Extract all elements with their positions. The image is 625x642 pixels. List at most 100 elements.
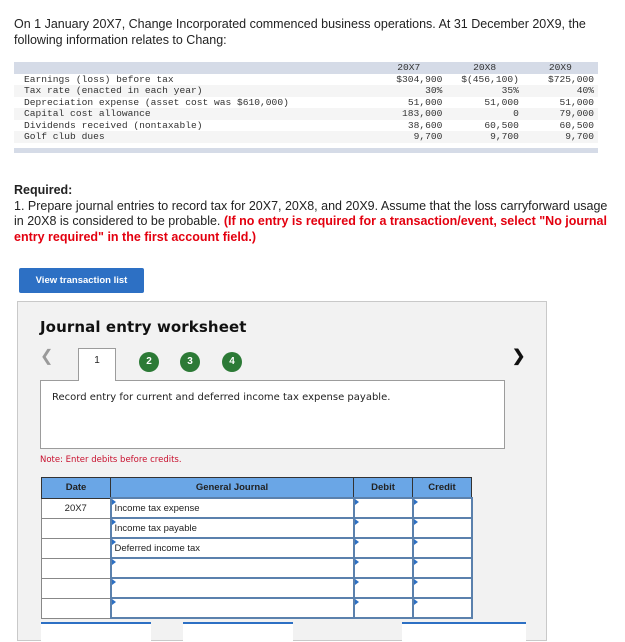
journal-row: [41, 597, 473, 619]
input-marker-icon: [354, 599, 359, 605]
row-value: 79,000: [559, 108, 594, 119]
worksheet-action-button[interactable]: [183, 622, 293, 642]
data-table-footer: [14, 147, 598, 153]
date-cell: [41, 577, 111, 599]
chevron-right-icon[interactable]: ❯: [512, 346, 525, 366]
step-2-button[interactable]: 2: [139, 352, 159, 372]
row-value: $304,900: [396, 73, 443, 85]
account-field[interactable]: Income tax expense: [109, 497, 355, 519]
dropdown-marker-icon: [111, 579, 116, 585]
credit-header: Credit: [412, 477, 472, 499]
financial-data-table: 20X7 20X8 20X9 Earnings (loss) before ta…: [14, 62, 598, 153]
input-marker-icon: [354, 539, 359, 545]
journal-header-row: Date General Journal Debit Credit: [41, 477, 472, 499]
credit-input[interactable]: [411, 557, 473, 579]
debit-input[interactable]: [352, 517, 414, 539]
input-marker-icon: [354, 559, 359, 565]
row-value: 51,000: [559, 96, 594, 108]
debit-input[interactable]: [352, 597, 414, 619]
general-journal-table: Date General Journal Debit Credit 20X7 I…: [41, 477, 473, 619]
date-cell: [41, 517, 111, 539]
row-label: Dividends received (nontaxable): [24, 119, 203, 131]
row-label: Golf club dues: [24, 131, 105, 142]
row-value: 40%: [576, 85, 594, 96]
dropdown-marker-icon: [111, 559, 116, 565]
step-tab-current[interactable]: 1: [78, 348, 116, 381]
required-title: Required:: [14, 183, 73, 197]
data-row: Depreciation expense (asset cost was $61…: [14, 96, 598, 108]
row-value: 35%: [501, 85, 519, 96]
worksheet-action-button[interactable]: [41, 622, 151, 642]
debit-input[interactable]: [352, 557, 414, 579]
row-label: Earnings (loss) before tax: [24, 73, 174, 85]
data-table-header-row: 20X7 20X8 20X9: [14, 62, 598, 74]
date-cell: [41, 557, 111, 579]
row-value: 60,500: [559, 119, 594, 131]
debit-input[interactable]: [352, 497, 414, 519]
account-field[interactable]: Income tax payable: [109, 517, 355, 539]
dropdown-marker-icon: [111, 539, 116, 545]
worksheet-title: Journal entry worksheet: [40, 318, 247, 336]
date-cell: [41, 597, 111, 619]
step-4-button[interactable]: 4: [222, 352, 242, 372]
input-marker-icon: [413, 519, 418, 525]
input-marker-icon: [354, 579, 359, 585]
data-row: Capital cost allowance 183,000 0 79,000: [14, 108, 598, 120]
input-marker-icon: [413, 539, 418, 545]
row-value: 60,500: [484, 119, 519, 131]
column-header: 20X8: [473, 62, 497, 73]
column-header: 20X9: [548, 62, 572, 73]
row-value: $725,000: [547, 73, 594, 85]
debit-input[interactable]: [352, 537, 414, 559]
data-table-label-header: [14, 62, 371, 74]
input-marker-icon: [413, 559, 418, 565]
account-field[interactable]: [109, 577, 355, 599]
row-value: 9,700: [413, 131, 443, 142]
date-cell: 20X7: [41, 497, 111, 519]
general-journal-header: General Journal: [110, 477, 354, 499]
row-value: $(456,100): [461, 73, 519, 85]
input-marker-icon: [413, 579, 418, 585]
debit-input[interactable]: [352, 577, 414, 599]
account-field[interactable]: [109, 557, 355, 579]
required-section: Required: 1. Prepare journal entries to …: [14, 183, 614, 245]
journal-row: [41, 557, 473, 579]
journal-row: Income tax payable: [41, 517, 473, 539]
credit-input[interactable]: [411, 577, 473, 599]
credit-input[interactable]: [411, 497, 473, 519]
row-label: Depreciation expense (asset cost was $61…: [24, 96, 289, 108]
row-value: 51,000: [484, 96, 519, 108]
journal-row: Deferred income tax: [41, 537, 473, 559]
journal-row: [41, 577, 473, 599]
input-marker-icon: [354, 499, 359, 505]
row-label: Capital cost allowance: [24, 108, 151, 119]
data-row: Earnings (loss) before tax $304,900 $(45…: [14, 73, 598, 85]
data-row: Tax rate (enacted in each year) 30% 35% …: [14, 85, 598, 97]
journal-row: 20X7 Income tax expense: [41, 497, 473, 519]
entry-prompt-box: Record entry for current and deferred in…: [40, 380, 505, 449]
footer-bar: [14, 147, 598, 153]
account-value: Deferred income tax: [114, 542, 201, 554]
credit-input[interactable]: [411, 517, 473, 539]
worksheet-action-button[interactable]: [402, 622, 526, 642]
journal-entry-worksheet: Journal entry worksheet ❮ 1 2 3 4 ❯ Reco…: [17, 301, 547, 642]
row-value: 51,000: [407, 96, 443, 108]
input-marker-icon: [413, 499, 418, 505]
account-field[interactable]: Deferred income tax: [109, 537, 355, 559]
account-value: Income tax expense: [114, 502, 200, 514]
account-field[interactable]: [109, 597, 355, 619]
chevron-left-icon[interactable]: ❮: [40, 346, 53, 366]
input-marker-icon: [413, 599, 418, 605]
credit-input[interactable]: [411, 537, 473, 559]
input-marker-icon: [354, 519, 359, 525]
problem-intro: On 1 January 20X7, Change Incorporated c…: [14, 17, 586, 47]
view-transaction-list-button[interactable]: View transaction list: [19, 268, 144, 293]
data-row: Golf club dues 9,700 9,700 9,700: [14, 131, 598, 143]
column-header: 20X7: [397, 62, 421, 73]
step-3-button[interactable]: 3: [180, 352, 200, 372]
row-label: Tax rate (enacted in each year): [24, 85, 203, 96]
row-value: 0: [513, 108, 519, 119]
dropdown-marker-icon: [111, 599, 116, 605]
debit-header: Debit: [353, 477, 413, 499]
credit-input[interactable]: [411, 597, 473, 619]
